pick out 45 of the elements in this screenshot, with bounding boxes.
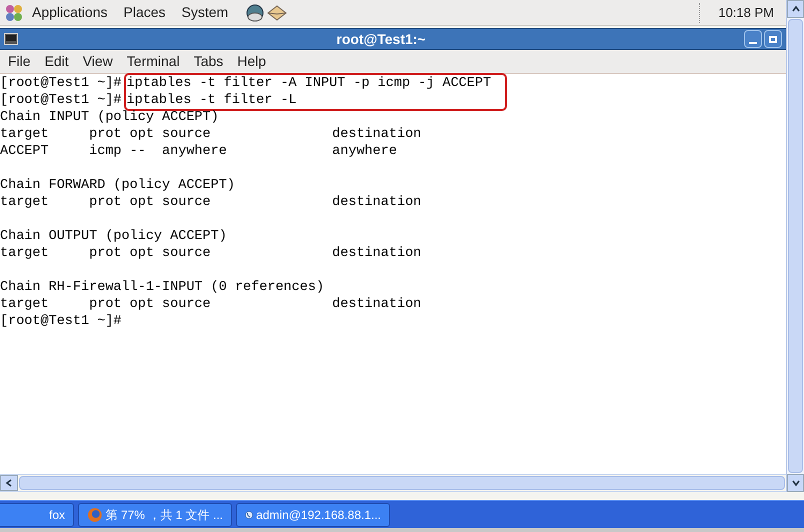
envelope-icon[interactable] (266, 2, 288, 22)
menu-item[interactable]: Tabs (194, 51, 224, 72)
applications-logo-icon (4, 2, 24, 22)
scroll-up-button[interactable] (787, 0, 804, 18)
shell-prompt: [root@Test1 ~]# (0, 92, 122, 109)
minimize-button[interactable] (744, 30, 762, 48)
taskbar-button[interactable]: admin@192.168.88.1... (236, 502, 390, 526)
panel-menu[interactable]: Places (124, 2, 166, 23)
output-line: target prot opt source destination (0, 246, 422, 261)
chevron-down-icon (792, 479, 800, 487)
menu-item[interactable]: View (82, 51, 113, 72)
shell-prompt: [root@Test1 ~]# (0, 314, 122, 329)
vertical-scrollbar[interactable] (786, 0, 804, 492)
terminal-icon (4, 33, 18, 45)
menu-item[interactable]: Edit (44, 51, 69, 72)
menu-item[interactable]: Help (237, 51, 266, 72)
taskbar-button[interactable]: 第 77% ，共 1 文件 ... (78, 502, 232, 526)
output-line: Chain INPUT (policy ACCEPT) (0, 110, 219, 125)
globe-icon[interactable] (244, 2, 266, 22)
taskbar-button[interactable]: fox (0, 502, 74, 526)
output-line: Chain OUTPUT (policy ACCEPT) (0, 229, 227, 244)
output-line: Chain FORWARD (policy ACCEPT) (0, 178, 235, 193)
output-line: ACCEPT icmp -- anywhere anywhere (0, 144, 397, 159)
scrollbar-thumb[interactable] (19, 476, 785, 490)
horizontal-scrollbar[interactable] (0, 474, 786, 492)
globe-icon (87, 506, 103, 522)
menu-item[interactable]: Terminal (126, 51, 180, 72)
output-line: target prot opt source destination (0, 127, 422, 142)
clock[interactable]: 10:18 PM (710, 2, 782, 22)
panel-menu[interactable]: System (182, 2, 228, 23)
menu-item[interactable]: File (8, 51, 31, 72)
scrollbar-thumb[interactable] (788, 19, 803, 473)
output-line: Chain RH-Firewall-1-INPUT (0 references) (0, 280, 324, 295)
scroll-down-button[interactable] (787, 474, 804, 492)
maximize-button[interactable] (764, 30, 782, 48)
panel-menu[interactable]: Applications (32, 2, 108, 23)
chevron-up-icon (792, 5, 800, 13)
chevron-left-icon (5, 479, 13, 487)
output-line: target prot opt source destination (0, 195, 422, 210)
scroll-left-button[interactable] (0, 475, 18, 491)
command-text: iptables -t filter -L (126, 92, 298, 109)
command-text: iptables -t filter -A INPUT -p icmp -j ACCEPT (126, 75, 492, 92)
window-title: root@Test1:~ (335, 30, 427, 48)
output-line: target prot opt source destination (0, 297, 422, 312)
shell-prompt: [root@Test1 ~]# (0, 75, 122, 92)
